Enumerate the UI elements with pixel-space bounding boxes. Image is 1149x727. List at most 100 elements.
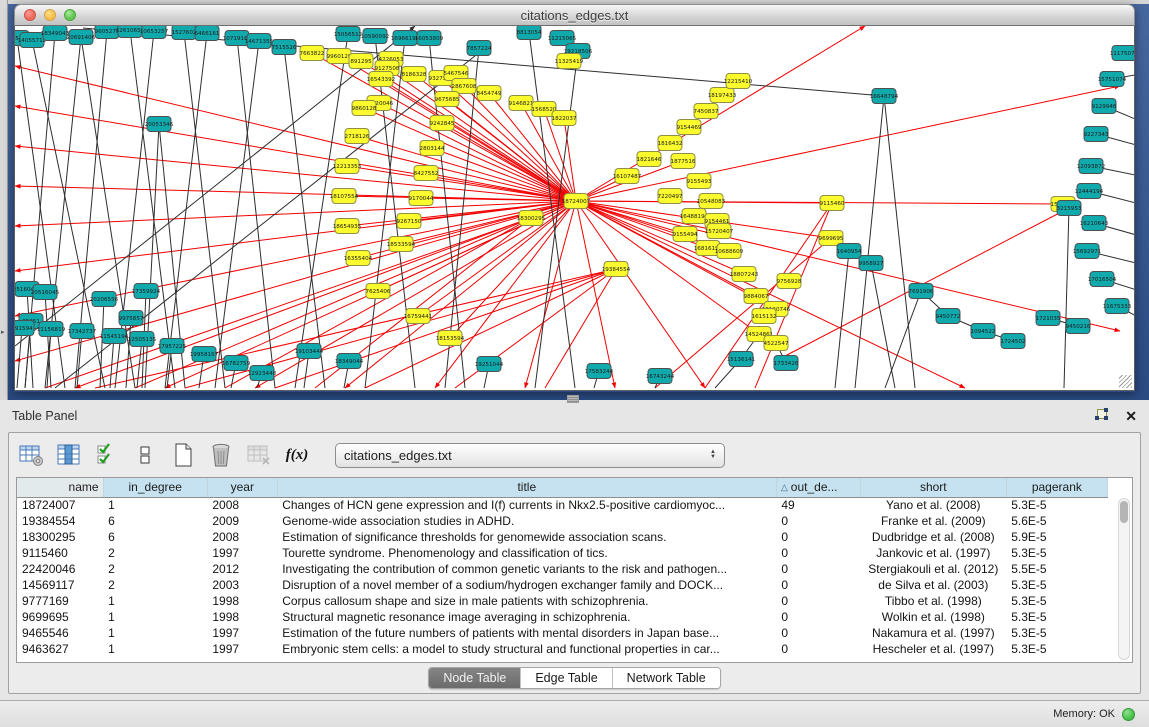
graph-node[interactable]: 10653257 xyxy=(140,26,169,39)
graph-node[interactable]: 18197433 xyxy=(708,88,737,103)
function-builder-icon[interactable]: f(x) xyxy=(283,441,311,469)
table-cell[interactable]: 1997 xyxy=(207,625,277,641)
graph-node[interactable]: 18107554 xyxy=(330,189,359,204)
graph-node[interactable]: 16648794 xyxy=(870,89,899,104)
gutter-collapse-arrow[interactable]: ▸ xyxy=(1,328,5,336)
graph-node[interactable]: 18300295 xyxy=(517,211,546,226)
table-cell[interactable]: 5.3E-5 xyxy=(1006,641,1107,657)
graph-node[interactable]: 9450216 xyxy=(1066,319,1091,334)
graph-node[interactable]: 9958927 xyxy=(859,256,884,271)
graph-node[interactable]: 9154469 xyxy=(677,120,702,135)
graph-node[interactable]: 1877516 xyxy=(671,154,696,169)
table-cell[interactable]: 5.6E-5 xyxy=(1006,513,1107,529)
graph-node[interactable]: 10688609 xyxy=(715,244,744,259)
vertical-scrollbar[interactable] xyxy=(1118,498,1130,660)
table-row[interactable]: 1830029562008Estimation of significance … xyxy=(17,529,1108,545)
graph-node[interactable]: 1822037 xyxy=(552,111,577,126)
graph-node[interactable]: 20206556 xyxy=(90,292,119,307)
graph-node[interactable]: 2803144 xyxy=(420,141,445,156)
table-cell[interactable]: Embryonic stem cells: a model to study s… xyxy=(277,641,776,657)
table-cell[interactable]: Disruption of a novel member of a sodium… xyxy=(277,577,776,593)
graph-node[interactable]: 9675685 xyxy=(435,92,460,107)
graph-node[interactable]: 16355404 xyxy=(344,251,373,266)
graph-node[interactable]: 1816432 xyxy=(658,136,683,151)
panel-splitter-handle[interactable] xyxy=(567,395,579,403)
graph-node[interactable]: 17957225 xyxy=(158,339,187,354)
table-cell[interactable]: Wolkin et al. (1998) xyxy=(860,609,1006,625)
graph-node[interactable]: 19384554 xyxy=(602,262,631,277)
table-row[interactable]: 911546021997Tourette syndrome. Phenomeno… xyxy=(17,545,1108,561)
tab-network-table[interactable]: Network Table xyxy=(613,668,720,688)
table-row[interactable]: 1456911722003Disruption of a novel membe… xyxy=(17,577,1108,593)
graph-node[interactable]: 12093872 xyxy=(1077,159,1105,174)
graph-node[interactable]: 16743244 xyxy=(646,369,675,384)
graph-node[interactable]: 8186328 xyxy=(402,67,427,82)
window-titlebar[interactable]: citations_edges.txt xyxy=(14,4,1135,26)
table-cell[interactable]: 2 xyxy=(103,577,207,593)
table-cell[interactable]: Changes of HCN gene expression and I(f) … xyxy=(277,497,776,513)
tab-node-table[interactable]: Node Table xyxy=(429,668,521,688)
close-panel-icon[interactable]: ✕ xyxy=(1125,409,1137,423)
column-header-year[interactable]: year xyxy=(207,478,277,497)
graph-node[interactable]: 11156819 xyxy=(37,322,66,337)
table-row[interactable]: 977716911998Corpus callosum shape and si… xyxy=(17,593,1108,609)
table-cell[interactable]: 5.5E-5 xyxy=(1006,561,1107,577)
table-cell[interactable]: 9115460 xyxy=(17,545,103,561)
table-row[interactable]: 1938455462009Genome-wide association stu… xyxy=(17,513,1108,529)
scrollbar-thumb[interactable] xyxy=(1120,501,1128,523)
table-row[interactable]: 2242004622012Investigating the contribut… xyxy=(17,561,1108,577)
graph-node[interactable]: 9146821 xyxy=(509,96,534,111)
graph-node[interactable]: 1733426 xyxy=(774,356,799,371)
graph-node[interactable]: 18349043 xyxy=(41,26,70,41)
graph-node[interactable]: 9242845 xyxy=(430,116,455,131)
graph-node[interactable]: 8454749 xyxy=(477,86,502,101)
graph-node[interactable]: 9884067 xyxy=(744,289,769,304)
graph-node[interactable]: 6466161 xyxy=(195,26,220,41)
graph-node[interactable]: 1821646 xyxy=(637,152,662,167)
table-cell[interactable]: Jankovic et al. (1997) xyxy=(860,545,1006,561)
graph-node[interactable]: 7663822 xyxy=(300,46,325,61)
graph-node[interactable]: 18724007 xyxy=(562,194,591,209)
graph-node[interactable]: 11325419 xyxy=(555,54,584,69)
table-cell[interactable]: 1 xyxy=(103,625,207,641)
graph-node[interactable]: 17342737 xyxy=(68,324,97,339)
new-table-icon[interactable] xyxy=(169,441,197,469)
graph-node[interactable]: 11175074 xyxy=(1110,46,1134,61)
table-cell[interactable]: 0 xyxy=(776,609,860,625)
graph-node[interactable]: 7625406 xyxy=(366,284,391,299)
import-table-icon[interactable] xyxy=(245,441,273,469)
table-cell[interactable]: 0 xyxy=(776,545,860,561)
table-cell[interactable]: 5.3E-5 xyxy=(1006,609,1107,625)
table-cell[interactable]: 9777169 xyxy=(17,593,103,609)
graph-node[interactable]: 7220497 xyxy=(658,189,683,204)
graph-node[interactable]: 9860128 xyxy=(352,101,377,116)
table-row[interactable]: 969969511998Structural magnetic resonanc… xyxy=(17,609,1108,625)
table-cell[interactable]: 22420046 xyxy=(17,561,103,577)
graph-node[interactable]: 17583244 xyxy=(585,364,614,379)
column-header-title[interactable]: title xyxy=(277,478,776,497)
graph-node[interactable]: 11545194 xyxy=(100,329,129,344)
table-cell[interactable]: 19384554 xyxy=(17,513,103,529)
graph-node[interactable]: 15692971 xyxy=(1073,244,1102,259)
graph-node[interactable]: 12923448 xyxy=(248,366,277,381)
table-cell[interactable]: 1 xyxy=(103,609,207,625)
graph-node[interactable]: 16782759 xyxy=(222,356,251,371)
memory-ok-icon[interactable] xyxy=(1122,708,1135,721)
graph-node[interactable]: 9450772 xyxy=(936,309,961,324)
table-cell[interactable]: Yano et al. (2008) xyxy=(860,497,1006,513)
table-cell[interactable]: 5.9E-5 xyxy=(1006,529,1107,545)
table-select-dropdown[interactable]: citations_edges.txt ▲▼ xyxy=(335,443,725,468)
graph-node[interactable]: 18533594 xyxy=(387,237,416,252)
table-cell[interactable]: 0 xyxy=(776,577,860,593)
graph-node[interactable]: 18654935 xyxy=(333,219,362,234)
table-cell[interactable]: 1998 xyxy=(207,593,277,609)
network-canvas[interactable]: 2051614055712183490432069140696052751261… xyxy=(14,26,1135,391)
graph-node[interactable]: 18349044 xyxy=(335,354,364,369)
graph-node[interactable]: 891295 xyxy=(349,54,373,69)
graph-node[interactable]: 9170044 xyxy=(409,191,434,206)
table-cell[interactable]: 2008 xyxy=(207,529,277,545)
graph-node[interactable]: 8813054 xyxy=(517,26,542,40)
table-settings-icon[interactable] xyxy=(17,441,45,469)
graph-node[interactable]: 10590092 xyxy=(361,29,389,44)
graph-node[interactable]: 17359924 xyxy=(132,284,161,299)
